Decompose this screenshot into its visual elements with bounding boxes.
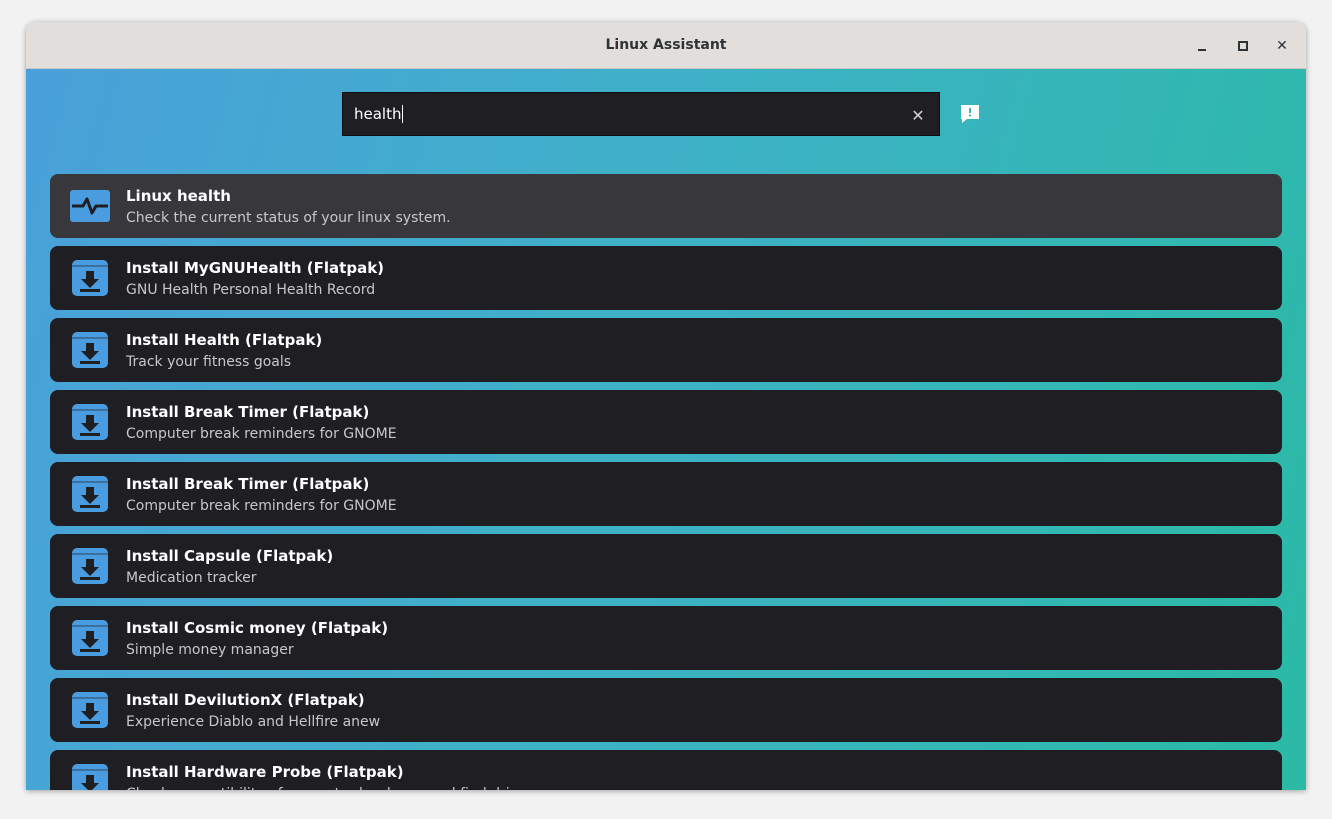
app-window: Linux Assistant ✕ health ✕ Linux health C… [26, 22, 1306, 790]
result-title: Install MyGNUHealth (Flatpak) [126, 259, 385, 277]
result-title: Install Break Timer (Flatpak) [126, 475, 370, 493]
result-subtitle: Computer break reminders for GNOME [126, 498, 397, 514]
result-subtitle: Track your fitness goals [126, 354, 292, 370]
result-item[interactable]: Linux health Check the current status of … [50, 174, 1282, 238]
text-cursor [402, 105, 404, 124]
result-item[interactable]: Install Break Timer (Flatpak) Computer br… [50, 462, 1282, 526]
health-icon [70, 186, 110, 226]
search-input[interactable]: health ✕ [342, 92, 940, 136]
minimize-button[interactable] [1190, 34, 1214, 58]
feedback-button[interactable] [959, 103, 981, 125]
main-content: health ✕ Linux health Check the current s… [26, 69, 1306, 790]
download-icon [70, 258, 110, 298]
search-value[interactable]: health [354, 105, 404, 124]
result-item[interactable]: Install DevilutionX (Flatpak) Experience … [50, 678, 1282, 742]
clear-icon: ✕ [911, 105, 925, 125]
download-icon [70, 762, 110, 790]
title-bar[interactable]: Linux Assistant ✕ [26, 22, 1306, 69]
result-item[interactable]: Install Hardware Probe (Flatpak) Check co… [50, 750, 1282, 790]
close-button[interactable]: ✕ [1270, 34, 1294, 58]
result-item[interactable]: Install Health (Flatpak) Track your fitne… [50, 318, 1282, 382]
result-title: Linux health [126, 187, 231, 205]
feedback-icon [961, 105, 979, 123]
clear-search-button[interactable]: ✕ [907, 104, 929, 126]
result-title: Install Break Timer (Flatpak) [126, 403, 370, 421]
result-subtitle: Simple money manager [126, 642, 294, 658]
result-item[interactable]: Install Cosmic money (Flatpak) Simple mon… [50, 606, 1282, 670]
window-title: Linux Assistant [605, 37, 727, 53]
maximize-button[interactable] [1231, 34, 1255, 58]
minimize-icon [1198, 49, 1206, 51]
result-title: Install Health (Flatpak) [126, 331, 323, 349]
download-icon [70, 474, 110, 514]
result-title: Install Hardware Probe (Flatpak) [126, 763, 404, 781]
result-item[interactable]: Install Capsule (Flatpak) Medication trac… [50, 534, 1282, 598]
result-subtitle: GNU Health Personal Health Record [126, 282, 376, 298]
result-subtitle: Computer break reminders for GNOME [126, 426, 397, 442]
result-subtitle: Check the current status of your linux s… [126, 210, 451, 226]
maximize-icon [1238, 41, 1248, 51]
result-title: Install Cosmic money (Flatpak) [126, 619, 389, 637]
download-icon [70, 618, 110, 658]
result-item[interactable]: Install Break Timer (Flatpak) Computer br… [50, 390, 1282, 454]
result-subtitle: Experience Diablo and Hellfire anew [126, 714, 381, 730]
result-item[interactable]: Install MyGNUHealth (Flatpak) GNU Health … [50, 246, 1282, 310]
result-subtitle: Medication tracker [126, 570, 257, 586]
download-icon [70, 330, 110, 370]
result-title: Install DevilutionX (Flatpak) [126, 691, 365, 709]
result-title: Install Capsule (Flatpak) [126, 547, 334, 565]
result-subtitle: Check compatibility of computer hardware… [126, 786, 540, 790]
download-icon [70, 402, 110, 442]
close-icon: ✕ [1276, 38, 1288, 54]
download-icon [70, 690, 110, 730]
download-icon [70, 546, 110, 586]
